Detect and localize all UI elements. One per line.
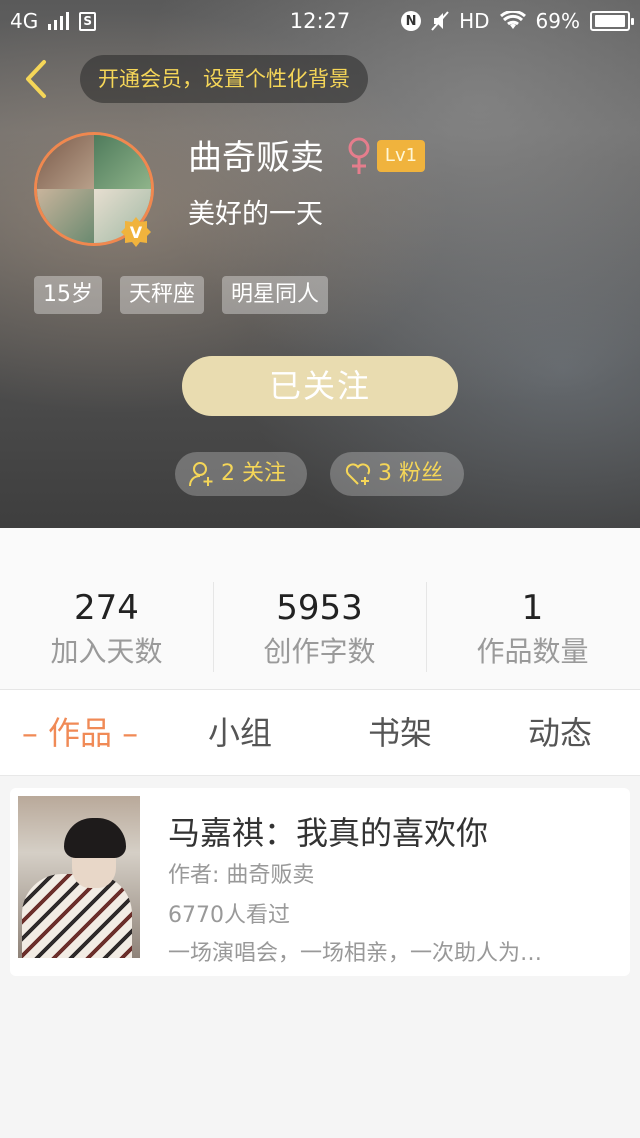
stat-word-count: 5953 创作字数 [213,586,426,672]
profile-tabs: – 作品 – 小组 书架 动态 [0,690,640,776]
book-card[interactable]: 马嘉祺：我真的喜欢你 作者: 曲奇贩卖 6770人看过 一场演唱会，一场相亲，一… [10,788,630,976]
user-tags: 15岁 天秤座 明星同人 [34,276,329,314]
following-label: 2 关注 [221,461,286,486]
profile-page: 4G S 12:27 N HD 69% 开通会员，设置个性化背景 V 曲奇贩卖 [0,0,640,1138]
tab-groups[interactable]: 小组 [160,690,320,776]
following-count-button[interactable]: 2 关注 [175,452,307,496]
profile-header: 4G S 12:27 N HD 69% 开通会员，设置个性化背景 V 曲奇贩卖 [0,0,640,528]
book-cover[interactable] [18,796,140,958]
book-title: 马嘉祺：我真的喜欢你 [168,814,489,852]
stat-join-days: 274 加入天数 [0,586,213,672]
tag-age: 15岁 [34,276,102,314]
status-right: N HD 69% [401,9,634,33]
battery-percent: 69% [535,9,580,33]
book-views: 6770人看过 [168,903,290,928]
tag-category: 明星同人 [222,276,329,314]
wifi-icon [499,11,526,29]
verified-badge-letter: V [130,223,143,242]
followed-button[interactable]: 已关注 [182,356,458,416]
tab-works[interactable]: – 作品 – [0,690,160,776]
user-add-icon [189,462,213,487]
stat-value: 5953 [276,588,363,628]
vip-background-prompt[interactable]: 开通会员，设置个性化背景 [80,55,368,103]
profile-stats: 274 加入天数 5953 创作字数 1 作品数量 [0,528,640,690]
username: 曲奇贩卖 [188,138,324,178]
back-arrow-icon[interactable] [18,58,58,100]
stat-works-count: 1 作品数量 [426,586,639,672]
tab-bookshelf[interactable]: 书架 [320,690,480,776]
fans-label: 3 粉丝 [378,461,443,486]
fans-count-button[interactable]: 3 粉丝 [330,452,464,496]
verified-badge-icon: V [121,217,151,247]
battery-icon [590,11,634,31]
stat-label: 创作字数 [263,635,376,668]
nfc-icon: N [401,11,422,31]
heart-add-icon [345,463,371,485]
tag-zodiac: 天秤座 [120,276,205,314]
user-motto: 美好的一天 [188,199,323,230]
stat-label: 加入天数 [50,635,163,668]
book-description: 一场演唱会，一场相亲，一次助人为… [168,941,543,966]
stat-label: 作品数量 [476,635,589,668]
level-badge: Lv1 [377,140,425,172]
hd-label: HD [459,9,490,33]
female-gender-icon [348,137,370,174]
book-author: 作者: 曲奇贩卖 [168,863,315,888]
status-bar: 4G S 12:27 N HD 69% [0,0,640,42]
tab-activity[interactable]: 动态 [480,690,640,776]
mute-icon [431,11,449,31]
stat-value: 274 [74,588,139,628]
stat-value: 1 [521,588,544,628]
